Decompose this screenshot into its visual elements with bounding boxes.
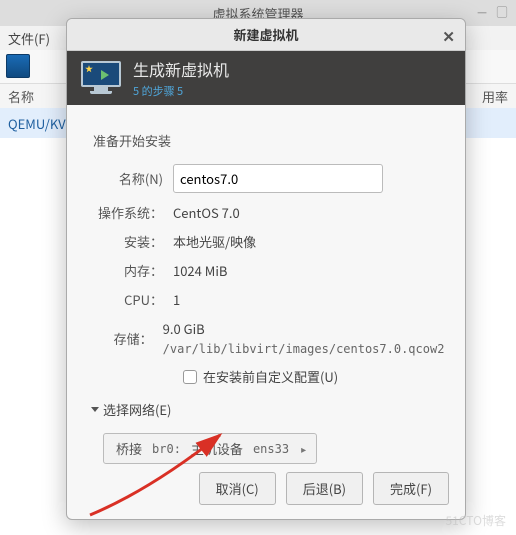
banner-step: 5 的步骤 5 xyxy=(133,83,229,99)
net-host: 主机设备 xyxy=(189,439,245,458)
storage-path: /var/lib/libvirt/images/centos7.0.qcow2 xyxy=(163,342,445,356)
chevron-right-icon: ▸ xyxy=(301,441,306,456)
back-button[interactable]: 后退(B) xyxy=(286,472,363,505)
name-row: 名称(N) xyxy=(87,164,445,193)
new-vm-icon[interactable] xyxy=(6,54,30,78)
net-bridge: 桥接 xyxy=(114,439,144,458)
cancel-button[interactable]: 取消(C) xyxy=(199,472,276,505)
os-row: 操作系统： CentOS 7.0 xyxy=(87,203,445,222)
customize-row[interactable]: 在安装前自定义配置(U) xyxy=(183,367,445,386)
mem-value: 1024 MiB xyxy=(173,261,227,280)
install-label: 安装： xyxy=(87,232,173,251)
customize-label: 在安装前自定义配置(U) xyxy=(203,367,338,386)
dialog-title: 新建虚拟机 xyxy=(233,25,298,44)
triangle-down-icon xyxy=(91,407,99,412)
mem-label: 内存： xyxy=(87,261,173,280)
install-row: 安装： 本地光驱/映像 xyxy=(87,232,445,251)
cpu-value: 1 xyxy=(173,290,180,309)
network-expander-label: 选择网络(E) xyxy=(103,400,171,419)
ready-label: 准备开始安装 xyxy=(93,131,445,150)
dialog-titlebar: 新建虚拟机 ✕ xyxy=(67,19,465,51)
storage-row: 存储： 9.0 GiB /var/lib/libvirt/images/cent… xyxy=(87,319,445,357)
menu-file[interactable]: 文件(F) xyxy=(8,29,50,48)
storage-label: 存储： xyxy=(87,329,163,348)
net-dev: ens33 xyxy=(251,442,291,456)
window-controls: — ▢ xyxy=(474,4,510,20)
minimize-icon[interactable]: — xyxy=(474,4,490,20)
col-usage: 用率 xyxy=(482,87,508,106)
storage-value: 9.0 GiB /var/lib/libvirt/images/centos7.… xyxy=(163,319,445,357)
vm-icon xyxy=(81,61,121,95)
dialog-buttons: 取消(C) 后退(B) 完成(F) xyxy=(199,472,449,505)
os-label: 操作系统： xyxy=(87,203,173,222)
banner-title: 生成新虚拟机 xyxy=(133,57,229,81)
name-label: 名称(N) xyxy=(87,169,173,188)
cpu-label: CPU： xyxy=(87,290,173,309)
dialog-body: 准备开始安装 名称(N) 操作系统： CentOS 7.0 安装： 本地光驱/映… xyxy=(67,105,465,474)
cpu-row: CPU： 1 xyxy=(87,290,445,309)
name-input[interactable] xyxy=(173,164,383,193)
net-br: br0: xyxy=(150,442,183,456)
close-icon[interactable]: ✕ xyxy=(442,26,455,47)
network-expander[interactable]: 选择网络(E) xyxy=(91,400,445,419)
new-vm-dialog: 新建虚拟机 ✕ 生成新虚拟机 5 的步骤 5 准备开始安装 名称(N) 操作系统… xyxy=(66,18,466,520)
mem-row: 内存： 1024 MiB xyxy=(87,261,445,280)
connection-label: QEMU/KV xyxy=(8,114,66,133)
finish-button[interactable]: 完成(F) xyxy=(373,472,449,505)
banner-text: 生成新虚拟机 5 的步骤 5 xyxy=(133,57,229,99)
os-value: CentOS 7.0 xyxy=(173,203,240,222)
storage-size: 9.0 GiB xyxy=(163,319,205,338)
maximize-icon[interactable]: ▢ xyxy=(494,4,510,20)
network-selector[interactable]: 桥接 br0: 主机设备 ens33 ▸ xyxy=(103,433,317,464)
dialog-banner: 生成新虚拟机 5 的步骤 5 xyxy=(67,51,465,105)
install-value: 本地光驱/映像 xyxy=(173,232,256,251)
customize-checkbox[interactable] xyxy=(183,370,197,384)
